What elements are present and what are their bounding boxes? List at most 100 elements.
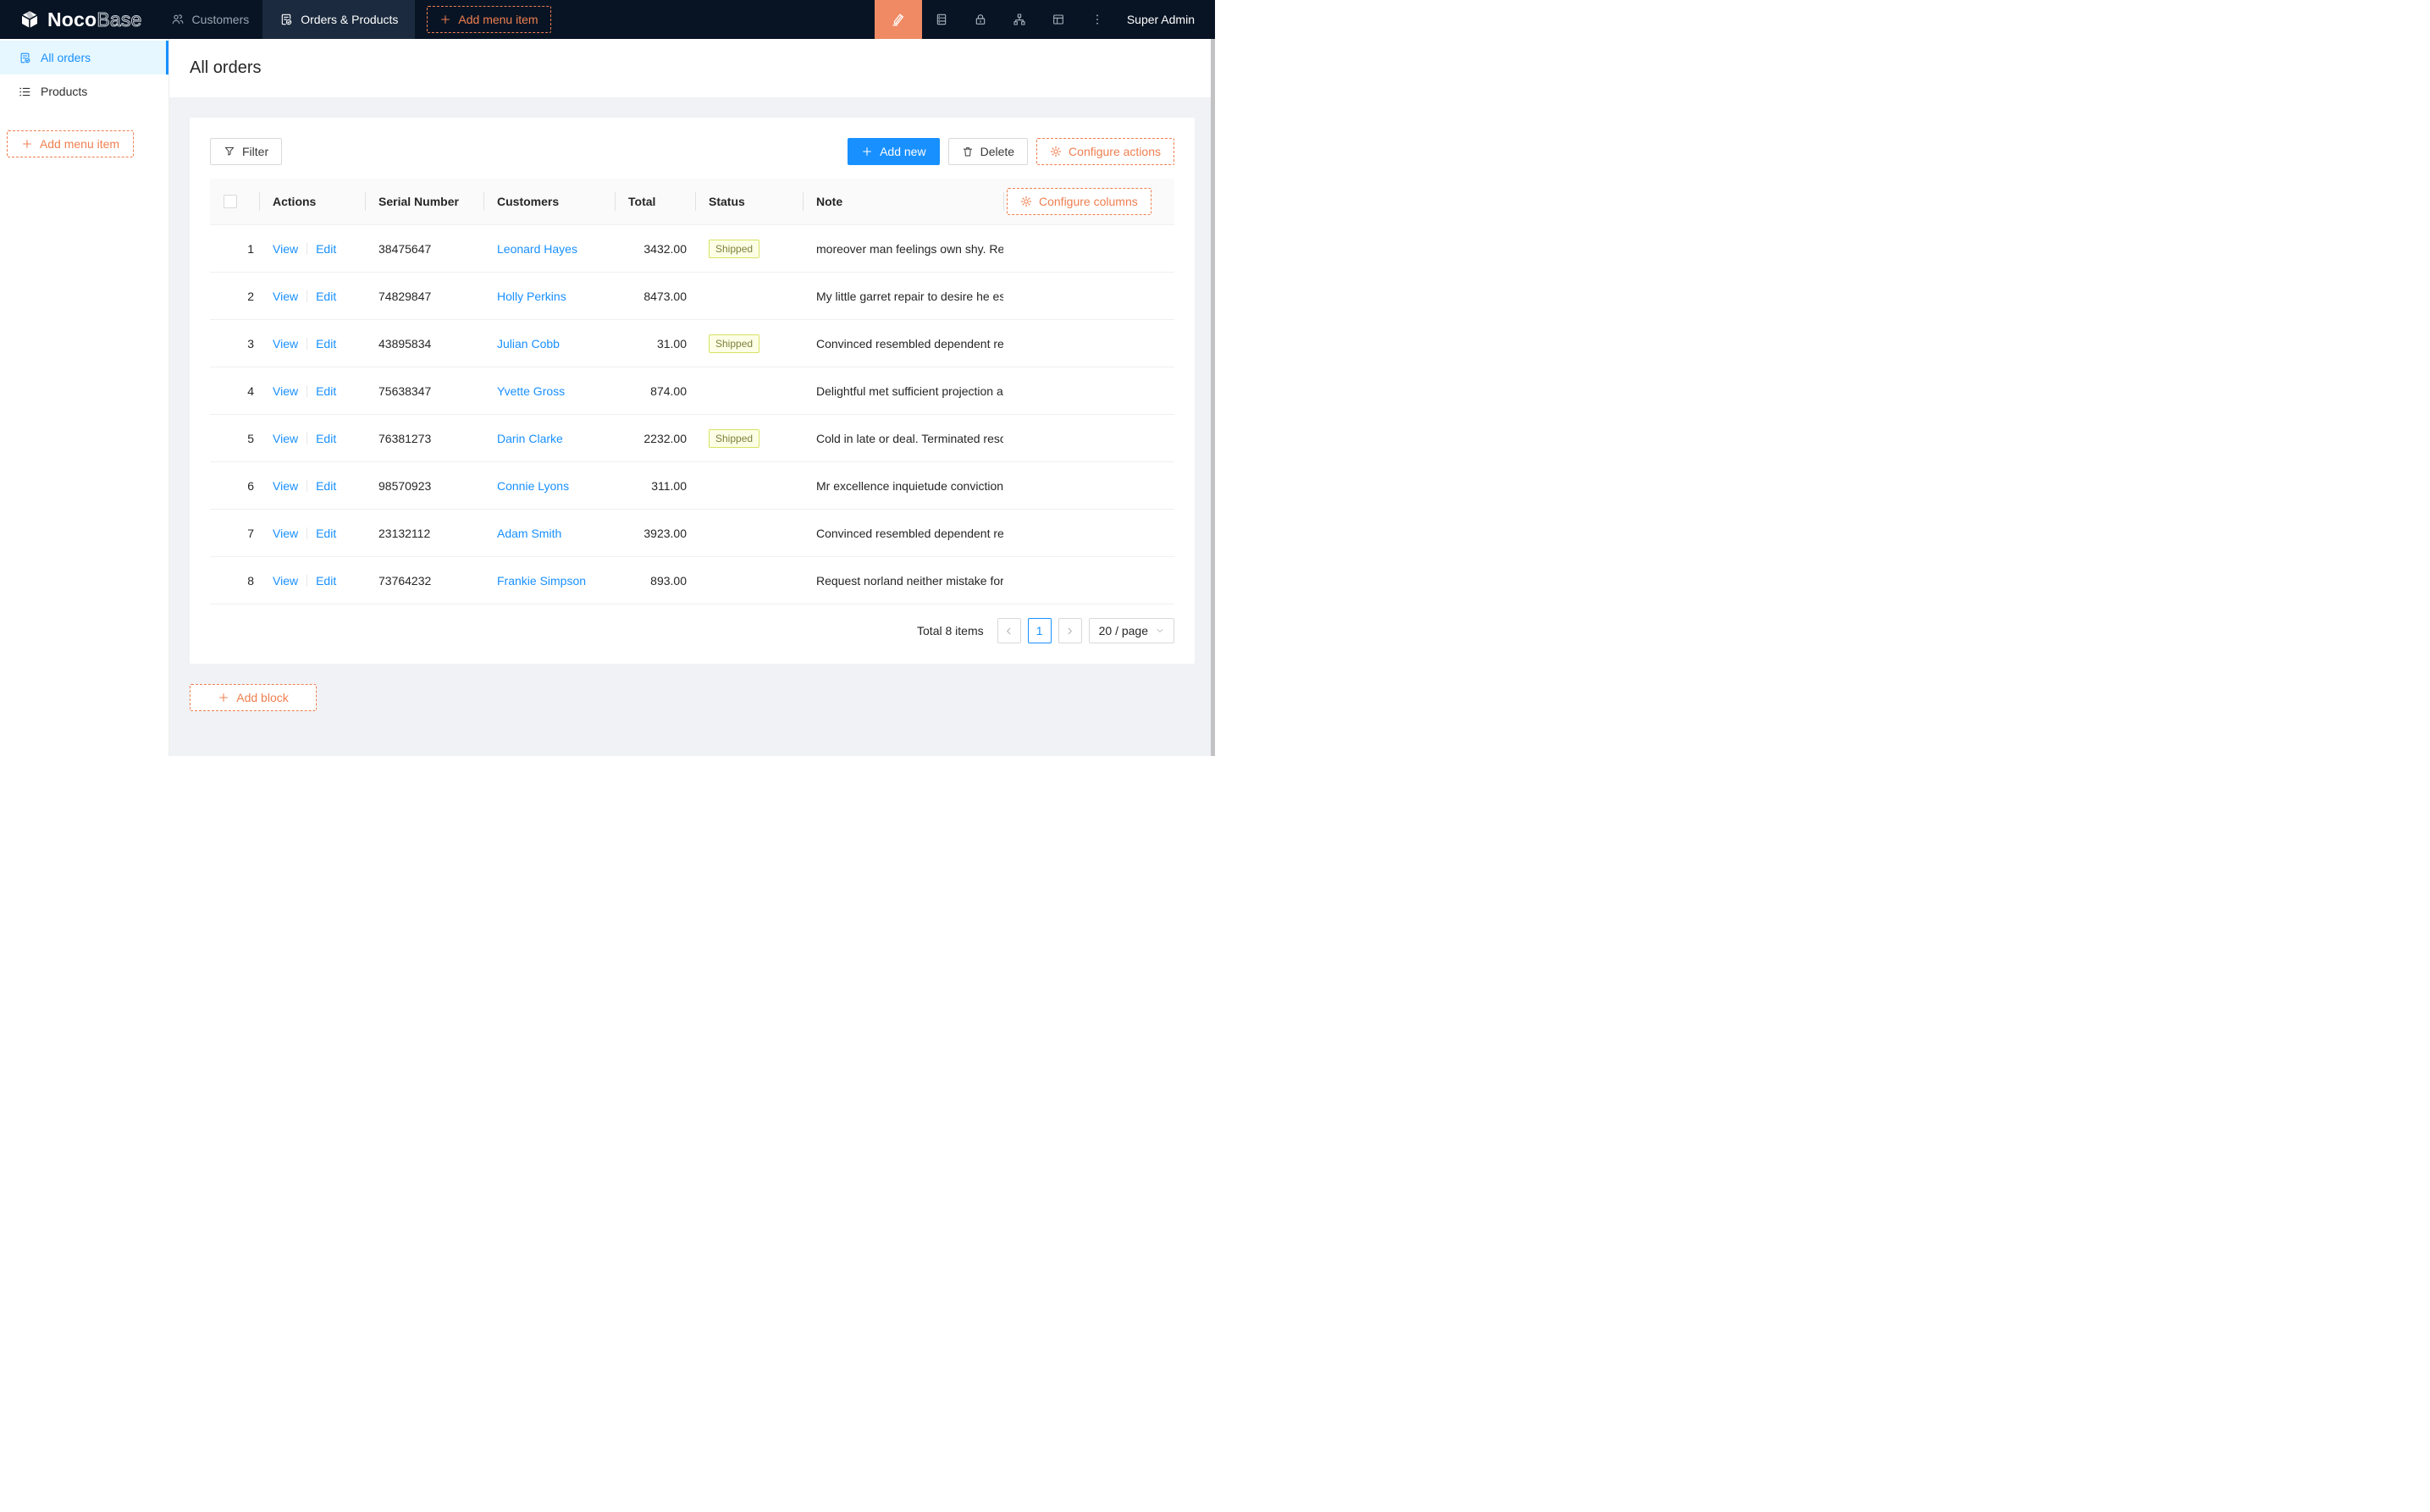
data-sources-button[interactable] [922,0,961,39]
edit-link[interactable]: Edit [316,574,336,588]
row-index: 5 [247,432,254,445]
table-row: 4 View Edit 75638347 Yvette Gross 874.00… [210,367,1174,415]
page-body: Filter Add new Delete Conf [169,97,1215,756]
serial-number-cell: 76381273 [365,432,483,445]
view-link[interactable]: View [273,527,298,540]
nav-tab-orders-products[interactable]: Orders & Products [262,0,415,39]
edit-link[interactable]: Edit [316,432,336,445]
edit-link[interactable]: Edit [316,337,336,350]
pagination-next-button[interactable] [1058,618,1082,643]
unordered-list-icon [19,86,31,98]
add-new-button[interactable]: Add new [848,138,939,165]
table-row: 2 View Edit 74829847 Holly Perkins 8473.… [210,273,1174,320]
page-header: All orders [169,39,1215,97]
table-row: 7 View Edit 23132112 Adam Smith 3923.00 … [210,510,1174,557]
select-all-checkbox[interactable] [224,195,237,208]
header-cell-configure: Configure columns [1003,179,1174,224]
sidebar-item-products[interactable]: Products [0,74,168,108]
team-icon [171,13,185,26]
chevron-left-icon [1004,626,1013,636]
view-link[interactable]: View [273,337,298,350]
note-cell: My little garret repair to desire he est… [803,290,1003,303]
customer-link[interactable]: Adam Smith [497,527,561,540]
nav-tab-customers[interactable]: Customers [157,0,263,39]
row-index: 1 [247,242,254,256]
configure-actions-button[interactable]: Configure actions [1036,138,1174,165]
serial-number-cell: 74829847 [365,290,483,303]
layout-icon [1052,13,1065,26]
configure-columns-button[interactable]: Configure columns [1007,188,1151,215]
customer-link[interactable]: Leonard Hayes [497,242,577,256]
chevron-right-icon [1065,626,1074,636]
gear-icon [1020,196,1032,207]
table-body: 1 View Edit 38475647 Leonard Hayes 3432.… [210,225,1174,604]
header-cell-select [210,179,259,224]
customer-link[interactable]: Yvette Gross [497,384,565,398]
database-icon [935,13,948,26]
add-block-button[interactable]: Add block [190,684,317,711]
pagination-total: Total 8 items [917,624,984,637]
current-user-menu[interactable]: Super Admin [1117,0,1215,39]
cube-logo-icon [19,8,41,30]
plugin-manager-button[interactable] [1039,0,1078,39]
more-settings-button[interactable] [1078,0,1117,39]
vertical-scrollbar[interactable] [1211,39,1215,756]
view-link[interactable]: View [273,432,298,445]
customer-link[interactable]: Connie Lyons [497,479,569,493]
apartment-icon [1013,13,1026,26]
edit-link[interactable]: Edit [316,290,336,303]
customer-link[interactable]: Holly Perkins [497,290,566,303]
table-row: 6 View Edit 98570923 Connie Lyons 311.00… [210,462,1174,510]
orders-table-block: Filter Add new Delete Conf [190,118,1195,664]
app-logo[interactable]: NocoBase [0,0,157,39]
table-row: 3 View Edit 43895834 Julian Cobb 31.00 S… [210,320,1174,367]
edit-link[interactable]: Edit [316,384,336,398]
sidebar-item-all-orders[interactable]: All orders [0,41,168,74]
orders-table: Actions Serial Number Customers Total St… [210,179,1174,604]
nav-tabs: Customers Orders & Products Add menu ite… [157,0,551,39]
customer-link[interactable]: Julian Cobb [497,337,560,350]
note-cell: Mr excellence inquietude conviction is i… [803,479,1003,493]
total-cell: 2232.00 [615,432,695,445]
filter-button[interactable]: Filter [210,138,282,165]
serial-number-cell: 98570923 [365,479,483,493]
edit-link[interactable]: Edit [316,242,336,256]
top-navbar: NocoBase Customers Orders & Products Add… [0,0,1215,39]
header-cell-customers: Customers [483,179,615,224]
total-cell: 311.00 [615,479,695,493]
view-link[interactable]: View [273,242,298,256]
customer-link[interactable]: Darin Clarke [497,432,563,445]
view-link[interactable]: View [273,384,298,398]
customer-link[interactable]: Frankie Simpson [497,574,586,588]
serial-number-cell: 38475647 [365,242,483,256]
pagination-prev-button[interactable] [997,618,1021,643]
view-link[interactable]: View [273,479,298,493]
table-row: 8 View Edit 73764232 Frankie Simpson 893… [210,557,1174,604]
page-size-select[interactable]: 20 / page [1089,618,1174,643]
status-badge: Shipped [709,334,759,353]
header-cell-total: Total [615,179,695,224]
row-index: 7 [247,527,254,540]
table-toolbar: Filter Add new Delete Conf [210,138,1174,165]
access-control-button[interactable] [961,0,1000,39]
nav-tab-label: Orders & Products [301,13,398,26]
header-cell-note: Note [803,179,1003,224]
pagination-page-1[interactable]: 1 [1028,618,1052,643]
lock-icon [974,13,987,26]
toolbar-actions: Add new Delete Configure actions [848,138,1174,165]
note-cell: Cold in late or deal. Terminated resolut… [803,432,1003,445]
delete-button[interactable]: Delete [948,138,1028,165]
edit-link[interactable]: Edit [316,479,336,493]
sidebar-add-menu-item-button[interactable]: Add menu item [7,130,134,157]
total-cell: 3432.00 [615,242,695,256]
view-link[interactable]: View [273,290,298,303]
nav-add-menu-item-button[interactable]: Add menu item [427,6,550,33]
logo-text: NocoBase [47,8,142,31]
ui-editor-button[interactable] [875,0,922,39]
workflow-button[interactable] [1000,0,1039,39]
edit-link[interactable]: Edit [316,527,336,540]
main-content: All orders Filter Add new [169,39,1215,756]
note-cell: Convinced resembled dependent remainde..… [803,337,1003,350]
pagination: Total 8 items 1 20 / page [210,618,1174,643]
view-link[interactable]: View [273,574,298,588]
